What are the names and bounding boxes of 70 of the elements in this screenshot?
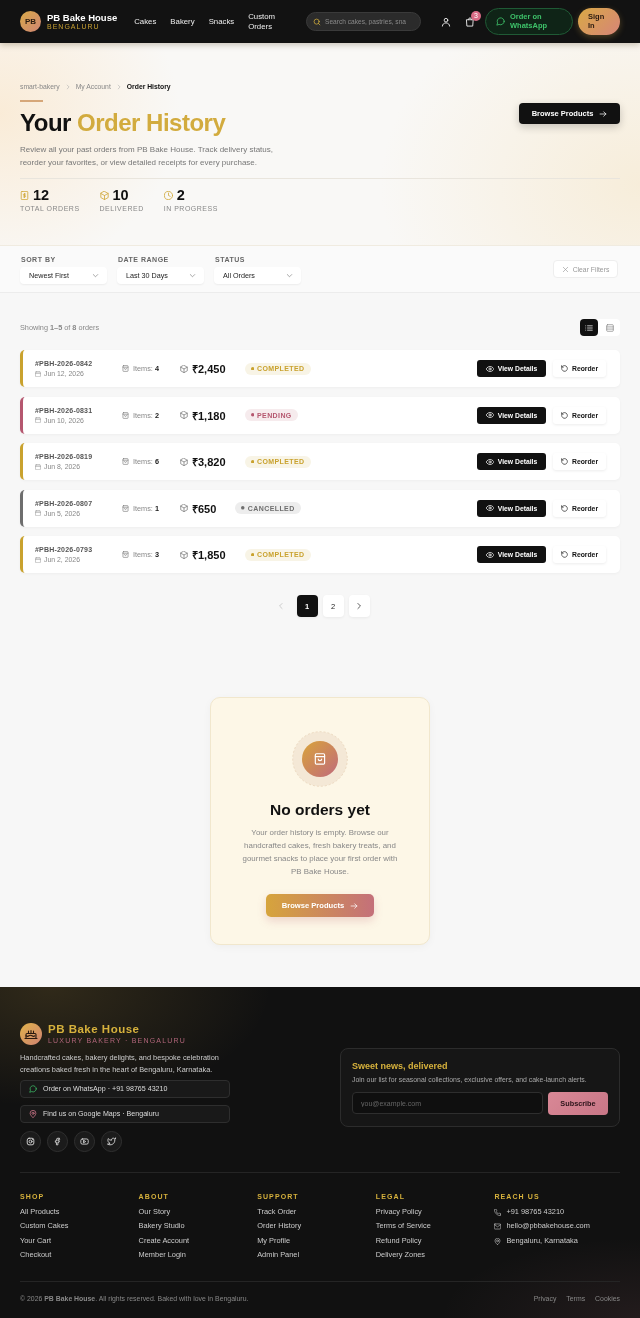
close-icon [561, 265, 569, 273]
list-icon [585, 323, 593, 332]
arrow-right-icon [350, 901, 359, 910]
order-total: ₹1,180 [191, 408, 226, 423]
rotate-icon [560, 458, 568, 465]
cake-icon [20, 1023, 42, 1045]
camera-icon[interactable] [20, 1131, 41, 1152]
rotate-icon [560, 365, 568, 372]
eye-icon [485, 504, 494, 512]
order-total: ₹2,450 [191, 362, 226, 376]
map-pin-icon [29, 1110, 37, 1118]
footer-brand-name: PB Bake House [48, 1024, 141, 1036]
chevron-right-icon [115, 84, 122, 90]
stat-value: 2 [176, 186, 185, 204]
box-icon [179, 504, 188, 512]
calendar-icon [35, 417, 41, 423]
view-toggle-button[interactable] [580, 319, 598, 336]
eye-icon [485, 457, 494, 466]
box-icon [99, 190, 109, 200]
chevron-down-icon [189, 271, 196, 279]
order-total: ₹650 [191, 501, 217, 516]
chevron-right-icon [355, 602, 363, 610]
stat-value: 12 [33, 186, 50, 204]
clock-icon [163, 190, 173, 200]
play-icon[interactable] [74, 1131, 95, 1152]
rotate-icon [560, 411, 568, 419]
shopping-bag-icon [122, 458, 129, 465]
shopping-bag-icon[interactable] [465, 16, 475, 27]
shopping-bag-icon [122, 411, 129, 419]
arrow-right-icon [599, 109, 608, 118]
receipt-icon [20, 190, 29, 200]
empty-state-title: No orders yet [270, 801, 370, 819]
letter-f-icon[interactable] [47, 1131, 68, 1152]
phone-icon [494, 1208, 502, 1216]
box-icon [179, 364, 188, 373]
logo-mark[interactable]: PB [20, 11, 41, 32]
newsletter-title: Sweet news, delivered [352, 1061, 449, 1072]
user-icon[interactable] [441, 16, 451, 27]
stat-value: 10 [112, 186, 129, 204]
page-description: Review all your past orders from PB Bake House. Track delivery status, reorder your favorites, or view detailed receipts for every purchase. [20, 143, 274, 169]
brand-name[interactable]: PB Bake House [47, 12, 118, 23]
calendar-icon [35, 463, 41, 470]
eye-icon [485, 550, 494, 559]
order-total: ₹3,820 [191, 455, 226, 469]
shopping-bag-icon [292, 731, 348, 787]
rotate-icon [560, 504, 568, 512]
shopping-bag-icon [122, 365, 129, 372]
page-title: Your Order History [20, 107, 227, 138]
calendar-icon [35, 510, 41, 516]
calendar-icon [35, 556, 41, 563]
chat-bubble-icon [496, 17, 505, 26]
box-icon [179, 550, 188, 559]
mail-icon [494, 1223, 502, 1231]
chevron-right-icon [64, 84, 71, 90]
chevron-left-icon [277, 602, 285, 610]
chevron-down-icon [92, 271, 99, 279]
chevron-down-icon [286, 271, 293, 279]
eye-icon [485, 364, 494, 373]
bird-icon[interactable] [101, 1131, 122, 1152]
shopping-bag-icon [122, 551, 129, 558]
box-icon [179, 457, 188, 466]
shopping-bag-icon [122, 504, 129, 512]
map-pin-icon [494, 1237, 502, 1245]
calendar-icon [35, 370, 41, 377]
eye-icon [485, 411, 494, 419]
order-total: ₹1,850 [191, 548, 226, 562]
rotate-icon [560, 551, 568, 558]
box-icon [179, 411, 188, 419]
rows-icon [606, 323, 614, 332]
chat-bubble-icon [29, 1085, 37, 1093]
